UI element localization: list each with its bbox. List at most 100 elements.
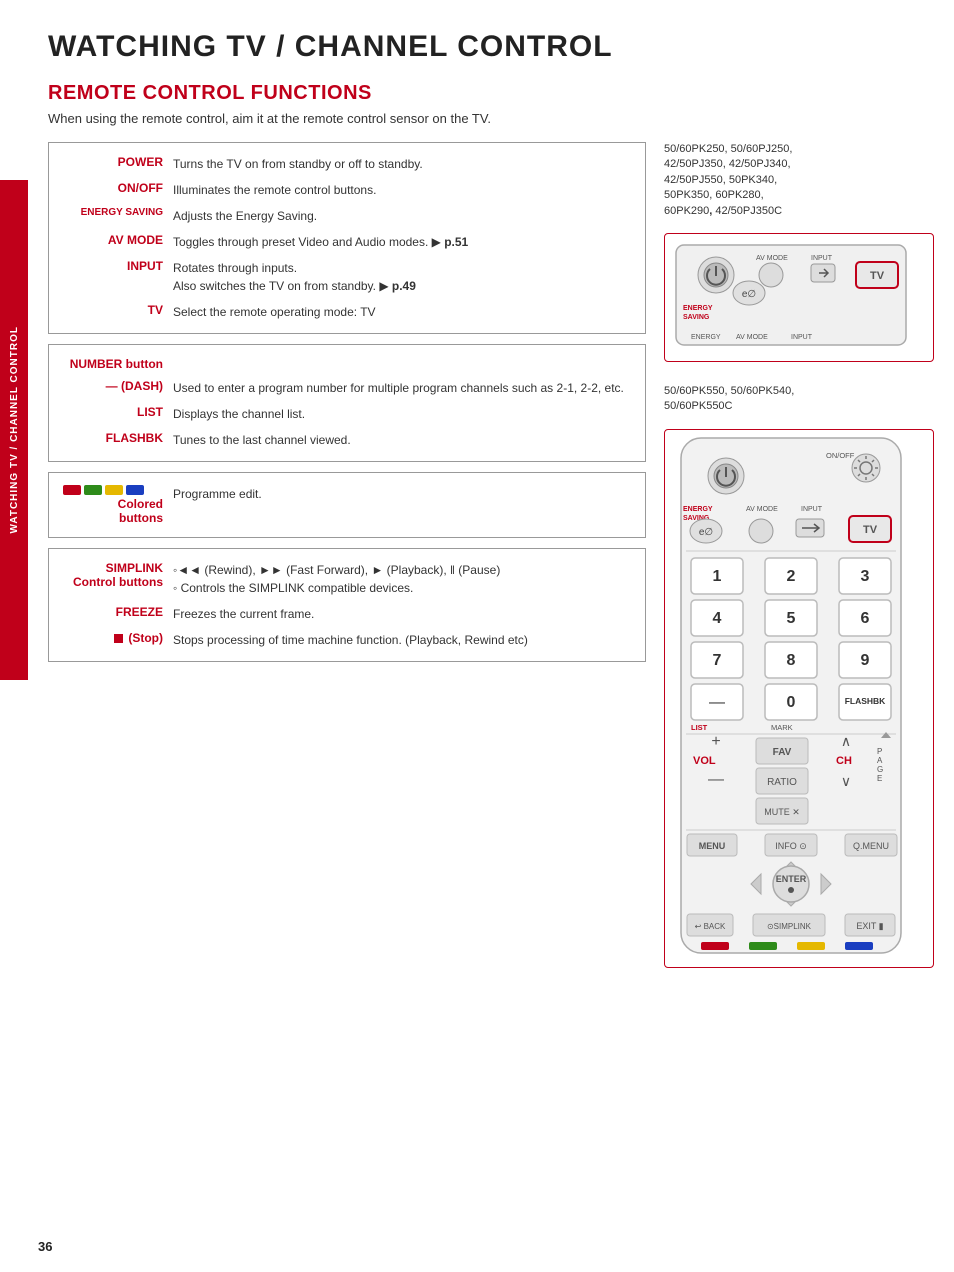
- svg-text:∧: ∧: [841, 733, 851, 749]
- svg-text:2: 2: [787, 568, 796, 585]
- svg-text:∨: ∨: [841, 773, 851, 789]
- svg-text:—: —: [708, 771, 724, 788]
- simplink-row: SIMPLINK Control buttons ◦◄◄ (Rewind), ►…: [63, 561, 631, 597]
- svg-text:A: A: [877, 756, 883, 765]
- power-desc: Turns the TV on from standby or off to s…: [173, 155, 423, 173]
- svg-text:⊙SIMPLINK: ⊙SIMPLINK: [767, 922, 812, 931]
- svg-text:AV MODE: AV MODE: [746, 506, 778, 513]
- svg-text:6: 6: [861, 610, 870, 627]
- colored-buttons-box: Colored buttons Programme edit.: [48, 472, 646, 538]
- side-tab-label: WATCHING TV / CHANNEL CONTROL: [9, 326, 20, 534]
- simplink-desc: ◦◄◄ (Rewind), ►► (Fast Forward), ► (Play…: [173, 561, 500, 597]
- remote-bottom-wrapper: ON/OFF: [664, 429, 934, 968]
- svg-text:ENTER: ENTER: [776, 874, 807, 884]
- svg-text:ENERGY: ENERGY: [683, 506, 713, 513]
- svg-text:0: 0: [787, 694, 796, 711]
- svg-text:ENERGY: ENERGY: [683, 305, 713, 312]
- simplink-box: SIMPLINK Control buttons ◦◄◄ (Rewind), ►…: [48, 548, 646, 662]
- list-desc: Displays the channel list.: [173, 405, 305, 423]
- svg-text:EXIT ▮: EXIT ▮: [856, 921, 883, 931]
- svg-text:LIST: LIST: [691, 723, 708, 732]
- remote-top-wrapper: ENERGY SAVING AV MODE INPUT: [664, 233, 934, 362]
- tv-row: TV Select the remote operating mode: TV: [63, 303, 631, 321]
- svg-text:INFO ⊙: INFO ⊙: [775, 841, 807, 851]
- svg-text:RATIO: RATIO: [767, 777, 797, 788]
- svg-text:↩ BACK: ↩ BACK: [695, 922, 726, 931]
- tv-desc: Select the remote operating mode: TV: [173, 303, 376, 321]
- svg-text:MUTE ✕: MUTE ✕: [764, 807, 800, 817]
- remote-top-svg: ENERGY SAVING AV MODE INPUT: [671, 240, 911, 350]
- colored-desc: Programme edit.: [173, 485, 262, 503]
- onoff-desc: Illuminates the remote control buttons.: [173, 181, 376, 199]
- side-tab: WATCHING TV / CHANNEL CONTROL: [0, 180, 28, 680]
- right-column: 50/60PK250, 50/60PJ250, 42/50PJ350, 42/5…: [664, 142, 934, 1242]
- left-column: POWER Turns the TV on from standby or of…: [48, 142, 646, 1242]
- simplink-label-main: SIMPLINK: [63, 561, 163, 575]
- freeze-desc: Freezes the current frame.: [173, 605, 314, 623]
- svg-text:CH: CH: [836, 755, 852, 767]
- simplink-label-sub: Control buttons: [63, 575, 163, 589]
- svg-text:7: 7: [713, 652, 722, 669]
- red-button: [63, 485, 81, 495]
- input-desc: Rotates through inputs.Also switches the…: [173, 259, 416, 295]
- flashbk-desc: Tunes to the last channel viewed.: [173, 431, 351, 449]
- svg-text:P: P: [877, 747, 882, 756]
- page-title: WATCHING TV / CHANNEL CONTROL: [48, 30, 934, 64]
- colored-label-bottom: buttons: [63, 511, 163, 525]
- colored-buttons-row: [63, 485, 163, 495]
- svg-text:ON/OFF: ON/OFF: [826, 451, 855, 460]
- two-col-layout: POWER Turns the TV on from standby or of…: [48, 142, 934, 1242]
- freeze-row: FREEZE Freezes the current frame.: [63, 605, 631, 623]
- svg-text:AV MODE: AV MODE: [736, 334, 768, 341]
- stop-row: (Stop) Stops processing of time machine …: [63, 631, 631, 649]
- svg-text:—: —: [709, 694, 725, 711]
- svg-text:INPUT: INPUT: [791, 334, 813, 341]
- list-row: LIST Displays the channel list.: [63, 405, 631, 423]
- svg-text:8: 8: [787, 652, 796, 669]
- energy-label: ENERGY SAVING: [63, 207, 163, 225]
- green-button: [84, 485, 102, 495]
- svg-text:G: G: [877, 765, 883, 774]
- svg-text:+: +: [711, 733, 720, 750]
- power-row: POWER Turns the TV on from standby or of…: [63, 155, 631, 173]
- page-number: 36: [38, 1239, 52, 1254]
- avmode-desc: Toggles through preset Video and Audio m…: [173, 233, 468, 251]
- svg-text:TV: TV: [863, 524, 878, 536]
- input-label: INPUT: [63, 259, 163, 295]
- dash-desc: Used to enter a program number for multi…: [173, 379, 624, 397]
- stop-label: (Stop): [63, 631, 163, 649]
- number-label: NUMBER button: [63, 357, 163, 371]
- remote-bottom-svg: ON/OFF: [671, 436, 911, 956]
- flashbk-label: FLASHBK: [63, 431, 163, 449]
- number-functions-box: NUMBER button — (DASH) Used to enter a p…: [48, 344, 646, 462]
- svg-text:FAV: FAV: [773, 747, 792, 758]
- remote-top-models: 50/60PK250, 50/60PJ250, 42/50PJ350, 42/5…: [664, 142, 934, 219]
- dash-row: — (DASH) Used to enter a program number …: [63, 379, 631, 397]
- freeze-label: FREEZE: [63, 605, 163, 623]
- svg-text:INPUT: INPUT: [811, 255, 833, 262]
- svg-text:Q.MENU: Q.MENU: [853, 841, 889, 851]
- svg-text:INPUT: INPUT: [801, 506, 823, 513]
- blue-button: [126, 485, 144, 495]
- onoff-row: ON/OFF Illuminates the remote control bu…: [63, 181, 631, 199]
- svg-text:AV MODE: AV MODE: [756, 255, 788, 262]
- colored-label-top: Colored: [63, 497, 163, 511]
- main-functions-box: POWER Turns the TV on from standby or of…: [48, 142, 646, 334]
- svg-text:ENERGY: ENERGY: [691, 334, 721, 341]
- tv-label: TV: [63, 303, 163, 321]
- energy-desc: Adjusts the Energy Saving.: [173, 207, 317, 225]
- svg-text:3: 3: [861, 568, 870, 585]
- svg-text:SAVING: SAVING: [683, 314, 710, 321]
- svg-text:9: 9: [861, 652, 870, 669]
- svg-text:5: 5: [787, 610, 796, 627]
- avmode-label: AV MODE: [63, 233, 163, 251]
- svg-text:FLASHBK: FLASHBK: [845, 696, 886, 706]
- intro-text: When using the remote control, aim it at…: [48, 111, 934, 126]
- svg-text:E: E: [877, 774, 882, 783]
- avmode-row: AV MODE Toggles through preset Video and…: [63, 233, 631, 251]
- simplink-label-container: SIMPLINK Control buttons: [63, 561, 163, 597]
- svg-text:e∅: e∅: [742, 289, 756, 300]
- stop-square-icon: [114, 634, 123, 643]
- list-label: LIST: [63, 405, 163, 423]
- stop-desc: Stops processing of time machine functio…: [173, 631, 528, 649]
